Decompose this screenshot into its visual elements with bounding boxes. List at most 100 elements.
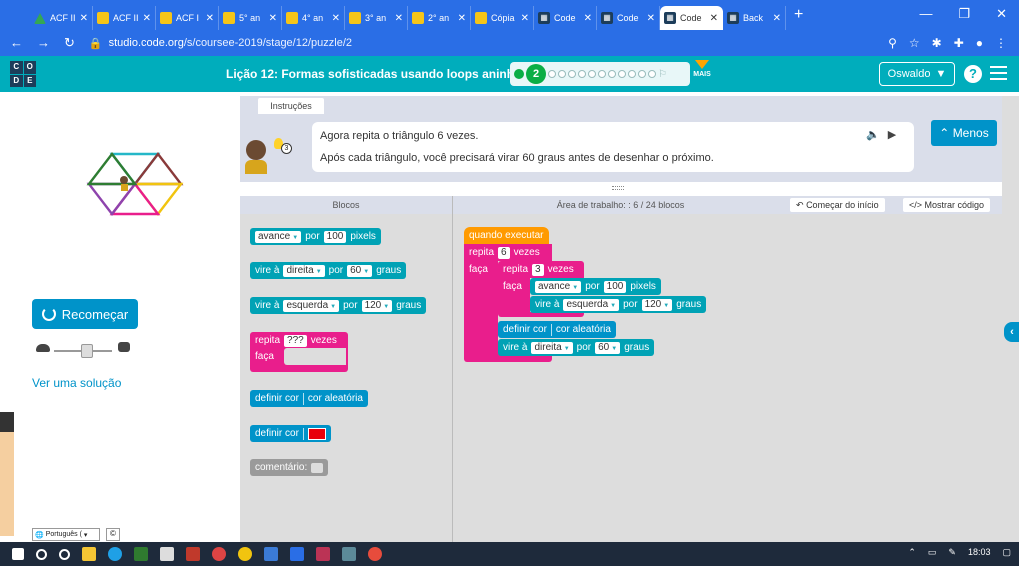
angle-dropdown[interactable]: 120 ▼: [361, 299, 393, 312]
block-set-color-random[interactable]: definir cor cor aleatória: [498, 321, 616, 338]
direction-dropdown[interactable]: avance ▼: [255, 230, 302, 243]
clock[interactable]: 18:03: [968, 547, 991, 558]
close-tab-icon[interactable]: ✕: [647, 13, 655, 24]
zoom-icon[interactable]: ⚲: [888, 36, 897, 50]
store-icon[interactable]: [160, 547, 174, 561]
help-icon[interactable]: ?: [964, 65, 982, 83]
level-dot-current[interactable]: 2: [526, 64, 546, 84]
level-dot[interactable]: [648, 70, 656, 78]
close-tab-icon[interactable]: ✕: [80, 13, 88, 24]
copyright-icon[interactable]: ©: [106, 528, 120, 541]
level-dot[interactable]: [558, 70, 566, 78]
app-icon[interactable]: [212, 547, 226, 561]
browser-tab[interactable]: 2° an ✕: [408, 6, 471, 30]
block-move-forward[interactable]: avance ▼ por 100 pixels: [530, 278, 661, 295]
restart-button[interactable]: Recomeçar: [32, 299, 138, 329]
close-tab-icon[interactable]: ✕: [206, 13, 214, 24]
close-tab-icon[interactable]: ✕: [710, 13, 718, 24]
level-dot[interactable]: [598, 70, 606, 78]
chevron-up-icon[interactable]: ⌃: [908, 547, 916, 558]
close-tab-icon[interactable]: ✕: [773, 13, 781, 24]
angle-dropdown[interactable]: 120 ▼: [641, 298, 673, 311]
minimize-icon[interactable]: —: [919, 6, 932, 22]
instructions-tab[interactable]: Instruções: [258, 98, 324, 114]
slider-handle[interactable]: [81, 344, 93, 358]
codeorg-logo[interactable]: CODE: [10, 61, 36, 87]
turn-direction-dropdown[interactable]: direita ▼: [283, 264, 325, 277]
close-tab-icon[interactable]: ✕: [584, 13, 592, 24]
level-dot[interactable]: [628, 70, 636, 78]
less-button[interactable]: ⌃ Menos: [931, 120, 997, 146]
edge-icon[interactable]: [108, 547, 122, 561]
chrome-icon[interactable]: [238, 547, 252, 561]
collapse-panel-chevron-icon[interactable]: ‹: [1004, 322, 1019, 342]
repeat-count-field[interactable]: 3: [532, 263, 544, 276]
browser-tab-active[interactable]: ▦ Code ✕: [660, 6, 723, 30]
level-dot-complete[interactable]: [514, 69, 524, 79]
star-icon[interactable]: ☆: [909, 36, 920, 50]
turn-direction-dropdown[interactable]: esquerda ▼: [563, 298, 620, 311]
browser-tab[interactable]: ACF I ✕: [156, 6, 219, 30]
block-repeat-inner[interactable]: repita 3 vezes: [498, 261, 579, 278]
turn-direction-dropdown[interactable]: esquerda ▼: [283, 299, 340, 312]
windows-start-icon[interactable]: [12, 548, 24, 560]
browser-tab[interactable]: 4° an ✕: [282, 6, 345, 30]
browser-tab[interactable]: 3° an ✕: [345, 6, 408, 30]
direction-dropdown[interactable]: avance ▼: [535, 280, 582, 293]
block-set-color[interactable]: definir cor: [250, 425, 331, 442]
turn-direction-dropdown[interactable]: direita ▼: [531, 341, 573, 354]
level-dot[interactable]: [638, 70, 646, 78]
more-levels-button[interactable]: MAIS: [692, 60, 712, 78]
block-turn-right[interactable]: vire à direita ▼ por 60 ▼ graus: [250, 262, 407, 279]
show-code-button[interactable]: </> Mostrar código: [903, 198, 991, 212]
restore-icon[interactable]: ❐: [958, 6, 970, 22]
browser-tab[interactable]: 5° an ✕: [219, 6, 282, 30]
new-tab-icon[interactable]: +: [794, 6, 803, 24]
more-vert-icon[interactable]: ⋮: [995, 36, 1007, 50]
number-field[interactable]: 100: [603, 280, 627, 293]
block-comment[interactable]: comentário:: [250, 459, 329, 476]
flag-icon[interactable]: ⚐: [658, 69, 667, 80]
block-turn-left[interactable]: vire à esquerda ▼ por 120 ▼ graus: [250, 297, 427, 314]
browser-tab[interactable]: ▦ Code ✕: [597, 6, 660, 30]
color-swatch[interactable]: [307, 427, 326, 440]
repeat-count-field[interactable]: 6: [498, 246, 510, 259]
level-dot[interactable]: [548, 70, 556, 78]
speed-slider[interactable]: [36, 340, 130, 358]
user-menu-button[interactable]: Oswaldo ▼: [879, 62, 955, 86]
forward-icon[interactable]: →: [37, 35, 50, 51]
app-icon[interactable]: [342, 547, 356, 561]
play-icon[interactable]: ▶: [888, 128, 896, 141]
search-icon[interactable]: [36, 548, 47, 560]
angle-dropdown[interactable]: 60 ▼: [347, 264, 373, 277]
language-select[interactable]: 🌐 Português (▾: [32, 528, 100, 541]
close-tab-icon[interactable]: ✕: [521, 13, 529, 24]
browser-tab[interactable]: ▦ Code ✕: [534, 6, 597, 30]
browser-tab[interactable]: ACF II ✕: [93, 6, 156, 30]
publisher-icon[interactable]: [134, 547, 148, 561]
reload-icon[interactable]: ↻: [64, 35, 75, 51]
profile-avatar-icon[interactable]: ●: [976, 36, 983, 50]
angle-dropdown[interactable]: 60 ▼: [595, 341, 621, 354]
block-set-color-random[interactable]: definir cor cor aleatória: [250, 390, 368, 407]
close-tab-icon[interactable]: ✕: [143, 13, 151, 24]
level-dot[interactable]: [588, 70, 596, 78]
close-window-icon[interactable]: ✕: [996, 6, 1007, 22]
close-tab-icon[interactable]: ✕: [395, 13, 403, 24]
network-icon[interactable]: ▭: [928, 547, 937, 558]
comment-field[interactable]: [311, 462, 324, 473]
close-tab-icon[interactable]: ✕: [458, 13, 466, 24]
pen-icon[interactable]: ✎: [948, 547, 956, 558]
block-when-run[interactable]: quando executar: [464, 227, 549, 244]
level-dot[interactable]: [618, 70, 626, 78]
browser-tab[interactable]: ▦ Back ✕: [723, 6, 786, 30]
browser-tab[interactable]: ACF II ✕: [30, 6, 93, 30]
hint-bulb-icon[interactable]: 3: [274, 138, 292, 156]
close-tab-icon[interactable]: ✕: [269, 13, 277, 24]
url-input[interactable]: 🔒 studio.code.org/s/coursee-2019/stage/1…: [89, 32, 888, 54]
notification-icon[interactable]: ▢: [1002, 547, 1011, 558]
browser-tab[interactable]: Cópia ✕: [471, 6, 534, 30]
resize-grip[interactable]: [612, 186, 624, 190]
speaker-icon[interactable]: 🔈: [866, 128, 880, 141]
hamburger-menu-icon[interactable]: [990, 66, 1007, 80]
